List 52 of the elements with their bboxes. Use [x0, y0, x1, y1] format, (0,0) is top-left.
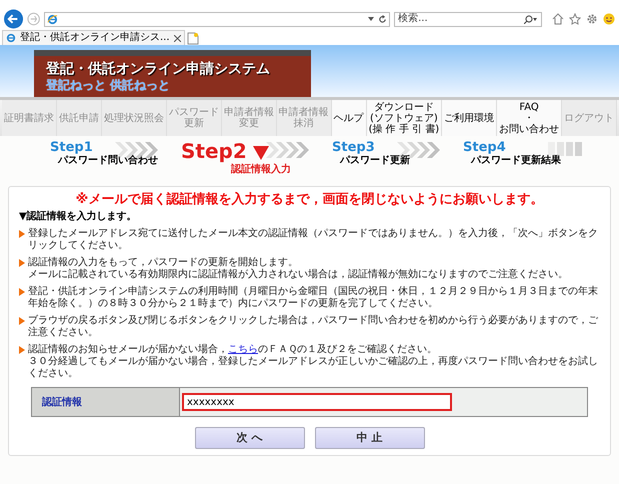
bullet-arrow-icon: [19, 230, 25, 238]
section-heading: ▼認証情報を入力します。: [19, 211, 138, 223]
search-input[interactable]: 検索...: [398, 13, 524, 25]
action-button[interactable]: 中 止: [314, 427, 424, 449]
action-button[interactable]: 次 へ: [194, 427, 304, 449]
nav-tab[interactable]: ダウンロード (ソフトウェア) (操 作 手 引 書): [366, 100, 442, 136]
bullet-arrow-icon: [19, 346, 25, 354]
step-label: Step3: [332, 140, 375, 155]
instruction-text: 認証情報の入力をもって，パスワードの更新を開始します。: [28, 257, 299, 268]
banner-subtitle: 登記ねっと 供託ねっと: [46, 78, 172, 92]
search-field[interactable]: 検索...: [394, 12, 542, 26]
step-label: Step2: [181, 140, 247, 162]
new-tab-icon[interactable]: [186, 32, 199, 45]
chevrons-icon: [266, 142, 312, 158]
tab-title: 登記・供託オンライン申請シス...: [20, 32, 170, 44]
settings-icon[interactable]: [586, 13, 598, 25]
browser-logo-icon: [6, 33, 16, 43]
instruction-text: ブラウザの戻るボタン及び閉じるボタンをクリックした場合は，パスワード問い合わせを初めから行う必要がありますので，ご注意ください。: [28, 315, 599, 339]
current-step-marker-icon: [253, 146, 269, 160]
smiley-icon[interactable]: [603, 13, 615, 25]
step-label: Step4: [463, 140, 506, 155]
nav-tab[interactable]: FAQ ・ お問い合わせ: [497, 100, 562, 136]
step-caption: パスワード問い合わせ: [58, 155, 158, 167]
back-icon[interactable]: [4, 9, 24, 29]
browser-logo-icon: [47, 14, 58, 24]
close-icon[interactable]: [174, 34, 181, 42]
bullet-arrow-icon: [19, 259, 25, 267]
browser-tab[interactable]: 登記・供託オンライン申請シス...: [2, 30, 185, 45]
instruction-text: 認証情報のお知らせメールが届かない場合，こちらのＦＡＱの１及び２をご確認ください。: [28, 344, 438, 356]
refresh-icon[interactable]: [378, 14, 388, 24]
caret-icon[interactable]: [368, 17, 374, 21]
nav-tab[interactable]: ご利用環境: [442, 100, 498, 136]
step-label: Step1: [50, 140, 93, 155]
faq-link[interactable]: こちら: [228, 344, 258, 355]
star-icon[interactable]: [569, 13, 581, 25]
auth-code-field[interactable]: xxxxxxxx: [182, 393, 452, 411]
instruction-text: メールに記載されている有効期限内に認証情報が入力されない場合は，認証情報が無効になりますのでご注意ください。: [28, 269, 568, 281]
progress-bars-icon: [548, 142, 584, 156]
instruction-text: ３０分経過してもメールが届かない場合，登録したメールアドレスが正しいかご確認の上，再度パスワード問い合わせをお試しください。: [28, 356, 599, 380]
warning-notice: ※メールで届く認証情報を入力するまで，画面を閉じないようにお願いします。: [74, 191, 544, 208]
bullet-arrow-icon: [19, 288, 25, 296]
instruction-text: 登記・供託オンライン申請システムの利用時間（月曜日から金曜日（国民の祝日・休日，１２月２９日から１月３日までの年末年始を除く。）の８時３０分から２１時まで）内にパスワードの更新を完了してください。: [28, 286, 599, 310]
step-caption: パスワード更新: [340, 155, 410, 167]
banner-title: 登記・供託オンライン申請システム: [46, 61, 271, 77]
home-icon[interactable]: [552, 13, 564, 25]
instruction-text: 登録したメールアドレス宛てに送付したメール本文の認証情報（パスワードではありません。）を入力後，「次へ」ボタンをクリックしてください。: [28, 228, 599, 252]
nav-tab[interactable]: ヘルプ: [332, 100, 367, 136]
step-caption: パスワード更新結果: [471, 155, 561, 167]
search-icon[interactable]: [524, 14, 538, 24]
form-label: 認証情報: [42, 396, 82, 410]
step-caption: 認証情報入力: [231, 164, 291, 176]
bullet-arrow-icon: [19, 317, 25, 325]
